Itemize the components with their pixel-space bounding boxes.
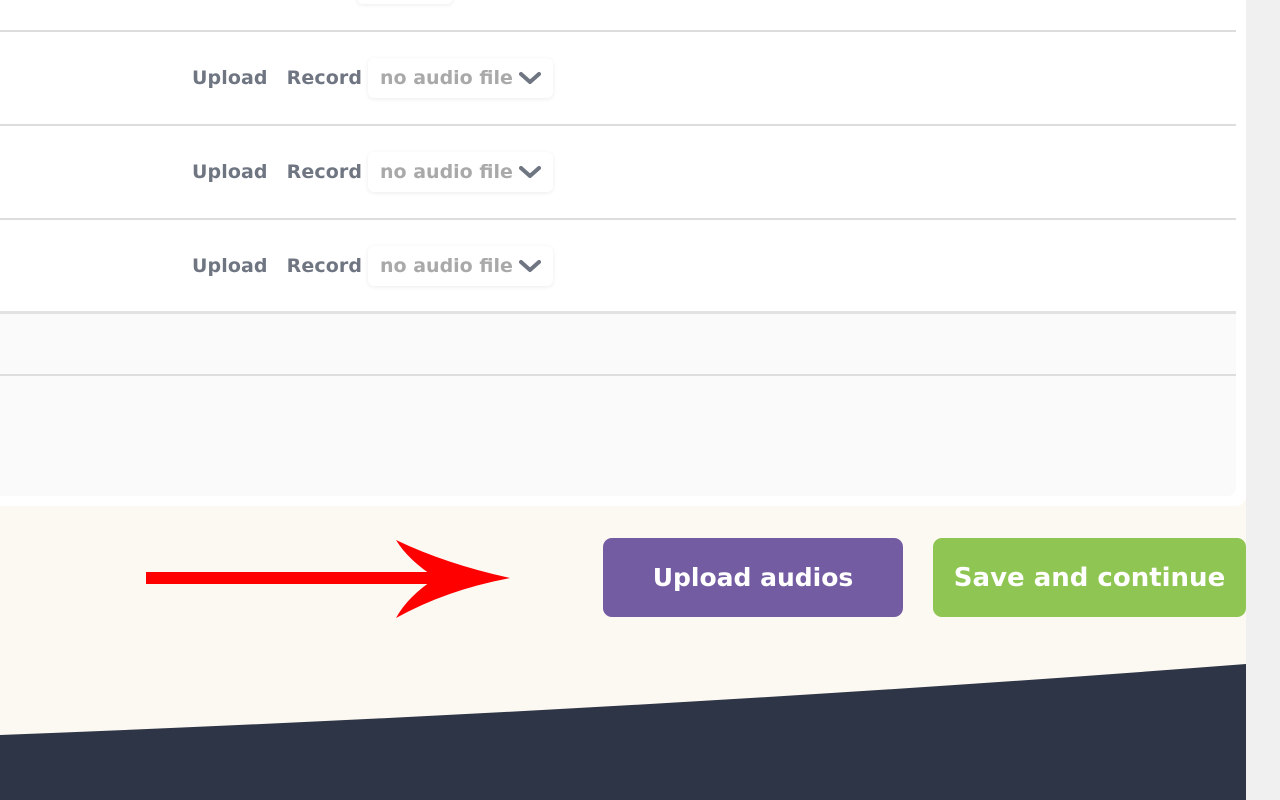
audio-table: Upload Record no audio file Upload Recor… (0, 0, 1236, 496)
audio-file-select-value: no audio file (380, 67, 513, 89)
arrow-right-icon (146, 540, 510, 618)
upload-audios-button[interactable]: Upload audios (603, 538, 903, 617)
record-link[interactable]: Record (287, 255, 362, 277)
row-actions: Upload Record no audio file (192, 245, 553, 286)
footer-wave (0, 664, 1246, 800)
audio-table-card: Upload Record no audio file Upload Recor… (0, 0, 1246, 506)
audio-file-select[interactable]: no audio file (368, 245, 553, 286)
chevron-down-icon (518, 72, 541, 84)
chevron-down-icon (518, 166, 541, 178)
table-row: Upload Record no audio file (0, 32, 1236, 126)
audio-file-select[interactable]: no audio file (368, 152, 553, 192)
save-and-continue-button[interactable]: Save and continue (933, 538, 1246, 617)
row-actions: Upload Record no audio file (192, 152, 553, 192)
record-link[interactable]: Record (287, 67, 362, 89)
chevron-down-icon (518, 259, 541, 272)
table-row: Upload Record no audio file (0, 126, 1236, 220)
row-actions: Upload Record no audio file (192, 58, 553, 98)
upload-link[interactable]: Upload (192, 161, 268, 183)
scrollbar-track[interactable] (1246, 0, 1280, 800)
table-footer-row (0, 314, 1236, 376)
table-row-partial (0, 0, 1236, 32)
table-footer-area (0, 376, 1236, 496)
table-row: Upload Record no audio file (0, 220, 1236, 314)
audio-file-select[interactable]: no audio file (368, 58, 553, 98)
upload-link[interactable]: Upload (192, 67, 268, 89)
audio-file-select-value: no audio file (380, 161, 513, 183)
upload-link[interactable]: Upload (192, 255, 268, 277)
page: Upload Record no audio file Upload Recor… (0, 0, 1246, 800)
audio-file-select-value: no audio file (380, 254, 513, 277)
record-link[interactable]: Record (287, 161, 362, 183)
audio-select-partial[interactable] (357, 0, 453, 4)
